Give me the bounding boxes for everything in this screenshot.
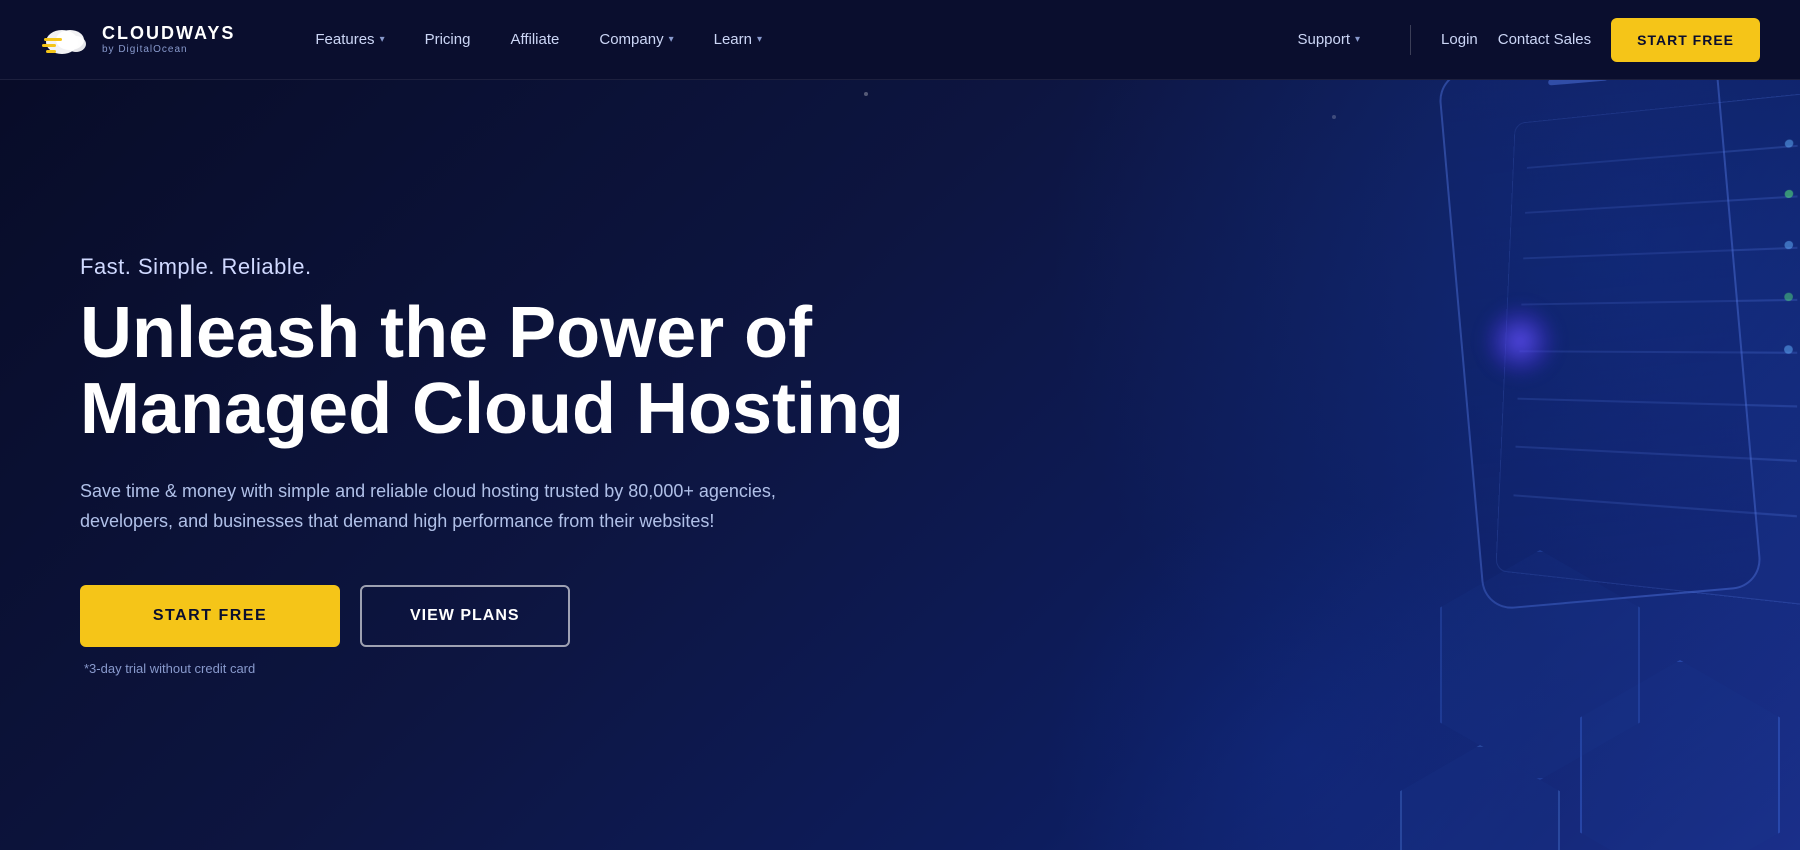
logo-text: CLOUDWAYS by DigitalOcean xyxy=(102,24,235,55)
server-indicator xyxy=(1784,345,1793,354)
nav-contact-sales[interactable]: Contact Sales xyxy=(1498,31,1591,48)
brand-sub: by DigitalOcean xyxy=(102,44,235,55)
nav-affiliate[interactable]: Affiliate xyxy=(490,0,579,80)
hero-decorative-graphics xyxy=(1040,80,1800,850)
nav-support[interactable]: Support ▾ xyxy=(1277,0,1380,80)
nav-learn[interactable]: Learn ▾ xyxy=(694,0,782,80)
nav-divider xyxy=(1410,25,1411,55)
start-free-hero-button[interactable]: START FREE xyxy=(80,585,340,647)
chevron-down-icon: ▾ xyxy=(757,34,762,45)
chevron-down-icon: ▾ xyxy=(380,34,385,45)
logo[interactable]: CLOUDWAYS by DigitalOcean xyxy=(40,20,235,60)
glow-orb-graphic xyxy=(1480,301,1560,381)
nav-right: Support ▾ Login Contact Sales START FREE xyxy=(1277,0,1760,80)
nav-pricing[interactable]: Pricing xyxy=(405,0,491,80)
nav-company[interactable]: Company ▾ xyxy=(579,0,693,80)
nav-links: Features ▾ Pricing Affiliate Company ▾ L… xyxy=(295,0,1277,80)
start-free-nav-button[interactable]: START FREE xyxy=(1611,18,1760,62)
hero-title: Unleash the Power of Managed Cloud Hosti… xyxy=(80,296,920,447)
hero-tagline: Fast. Simple. Reliable. xyxy=(80,254,920,280)
view-plans-button[interactable]: VIEW PLANS xyxy=(360,585,570,647)
hex-container xyxy=(1160,530,1800,850)
hero-buttons: START FREE VIEW PLANS xyxy=(80,585,920,647)
nav-login[interactable]: Login xyxy=(1441,31,1478,48)
nav-features[interactable]: Features ▾ xyxy=(295,0,404,80)
chevron-down-icon: ▾ xyxy=(669,34,674,45)
trial-note: *3-day trial without credit card xyxy=(84,661,920,676)
cloudways-logo-icon xyxy=(40,20,92,60)
chevron-down-icon: ▾ xyxy=(1355,34,1360,45)
hero-description: Save time & money with simple and reliab… xyxy=(80,477,800,536)
navbar: CLOUDWAYS by DigitalOcean Features ▾ Pri… xyxy=(0,0,1800,80)
hero-content: Fast. Simple. Reliable. Unleash the Powe… xyxy=(0,254,1000,676)
hero-section: Fast. Simple. Reliable. Unleash the Powe… xyxy=(0,80,1800,850)
brand-name: CLOUDWAYS xyxy=(102,24,235,44)
